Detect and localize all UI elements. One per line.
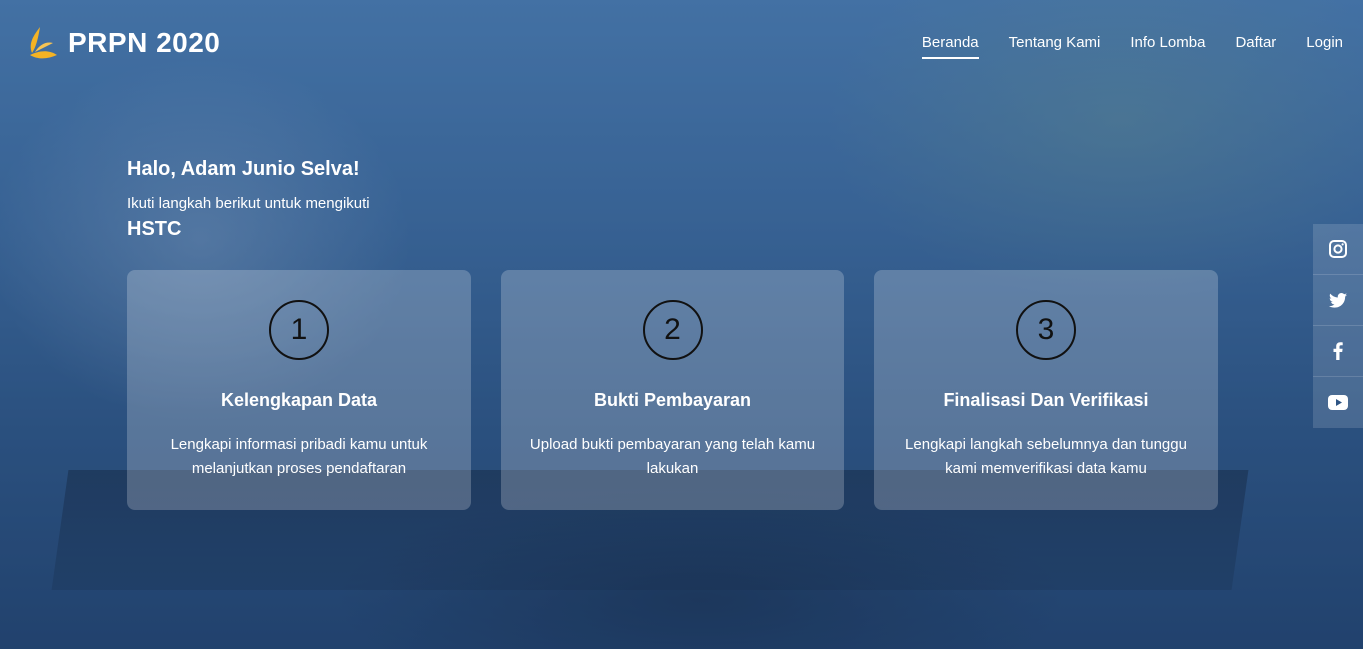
event-name: HSTC	[127, 218, 182, 240]
step-card-2[interactable]: 2 Bukti Pembayaran Upload bukti pembayar…	[501, 270, 844, 510]
greeting: Halo, Adam Junio Selva!	[127, 158, 360, 180]
step-description: Lengkapi informasi pribadi kamu untuk me…	[170, 436, 428, 477]
steps: 1 Kelengkapan Data Lengkapi informasi pr…	[127, 270, 1218, 510]
facebook-icon	[1333, 342, 1343, 360]
instagram-icon	[1329, 240, 1347, 258]
step-title: Finalisasi Dan Verifikasi	[943, 390, 1149, 410]
facebook-link[interactable]	[1313, 326, 1363, 377]
step-title: Bukti Pembayaran	[593, 390, 752, 410]
step-card-3[interactable]: 3 Finalisasi Dan Verifikasi Lengkapi lan…	[874, 270, 1218, 510]
step-card-1[interactable]: 1 Kelengkapan Data Lengkapi informasi pr…	[127, 270, 471, 510]
step-description: Lengkapi langkah sebelumnya dan tunggu k…	[905, 436, 1187, 477]
intro-subtitle: Ikuti langkah berikut untuk mengikuti	[127, 195, 370, 212]
nav-link-beranda[interactable]: Beranda	[921, 34, 979, 59]
nav-link-tentang-kami[interactable]: Tentang Kami	[1009, 34, 1101, 59]
nav-link-daftar[interactable]: Daftar	[1235, 34, 1276, 59]
intro: Halo, Adam Junio Selva! Ikuti langkah be…	[127, 158, 370, 241]
twitter-icon	[1329, 292, 1347, 308]
brand[interactable]: PRPN 2020	[26, 25, 220, 61]
navbar: PRPN 2020 Beranda Tentang Kami Info Lomb…	[0, 0, 1363, 85]
main-nav: Beranda Tentang Kami Info Lomba Daftar L…	[921, 30, 1343, 59]
social-sidebar	[1313, 224, 1363, 428]
step-number: 1	[269, 300, 329, 360]
flame-leaf-icon	[30, 26, 57, 58]
step-title: Kelengkapan Data	[220, 390, 378, 410]
nav-link-info-lomba[interactable]: Info Lomba	[1130, 34, 1205, 59]
youtube-icon	[1328, 395, 1348, 410]
brand-name: PRPN 2020	[68, 26, 221, 58]
youtube-link[interactable]	[1313, 377, 1363, 428]
step-description: Upload bukti pembayaran yang telah kamu …	[529, 436, 816, 477]
step-number: 2	[642, 300, 703, 360]
nav-link-login[interactable]: Login	[1306, 34, 1343, 59]
instagram-link[interactable]	[1313, 224, 1363, 275]
step-number: 3	[1016, 300, 1076, 360]
twitter-link[interactable]	[1313, 275, 1363, 326]
